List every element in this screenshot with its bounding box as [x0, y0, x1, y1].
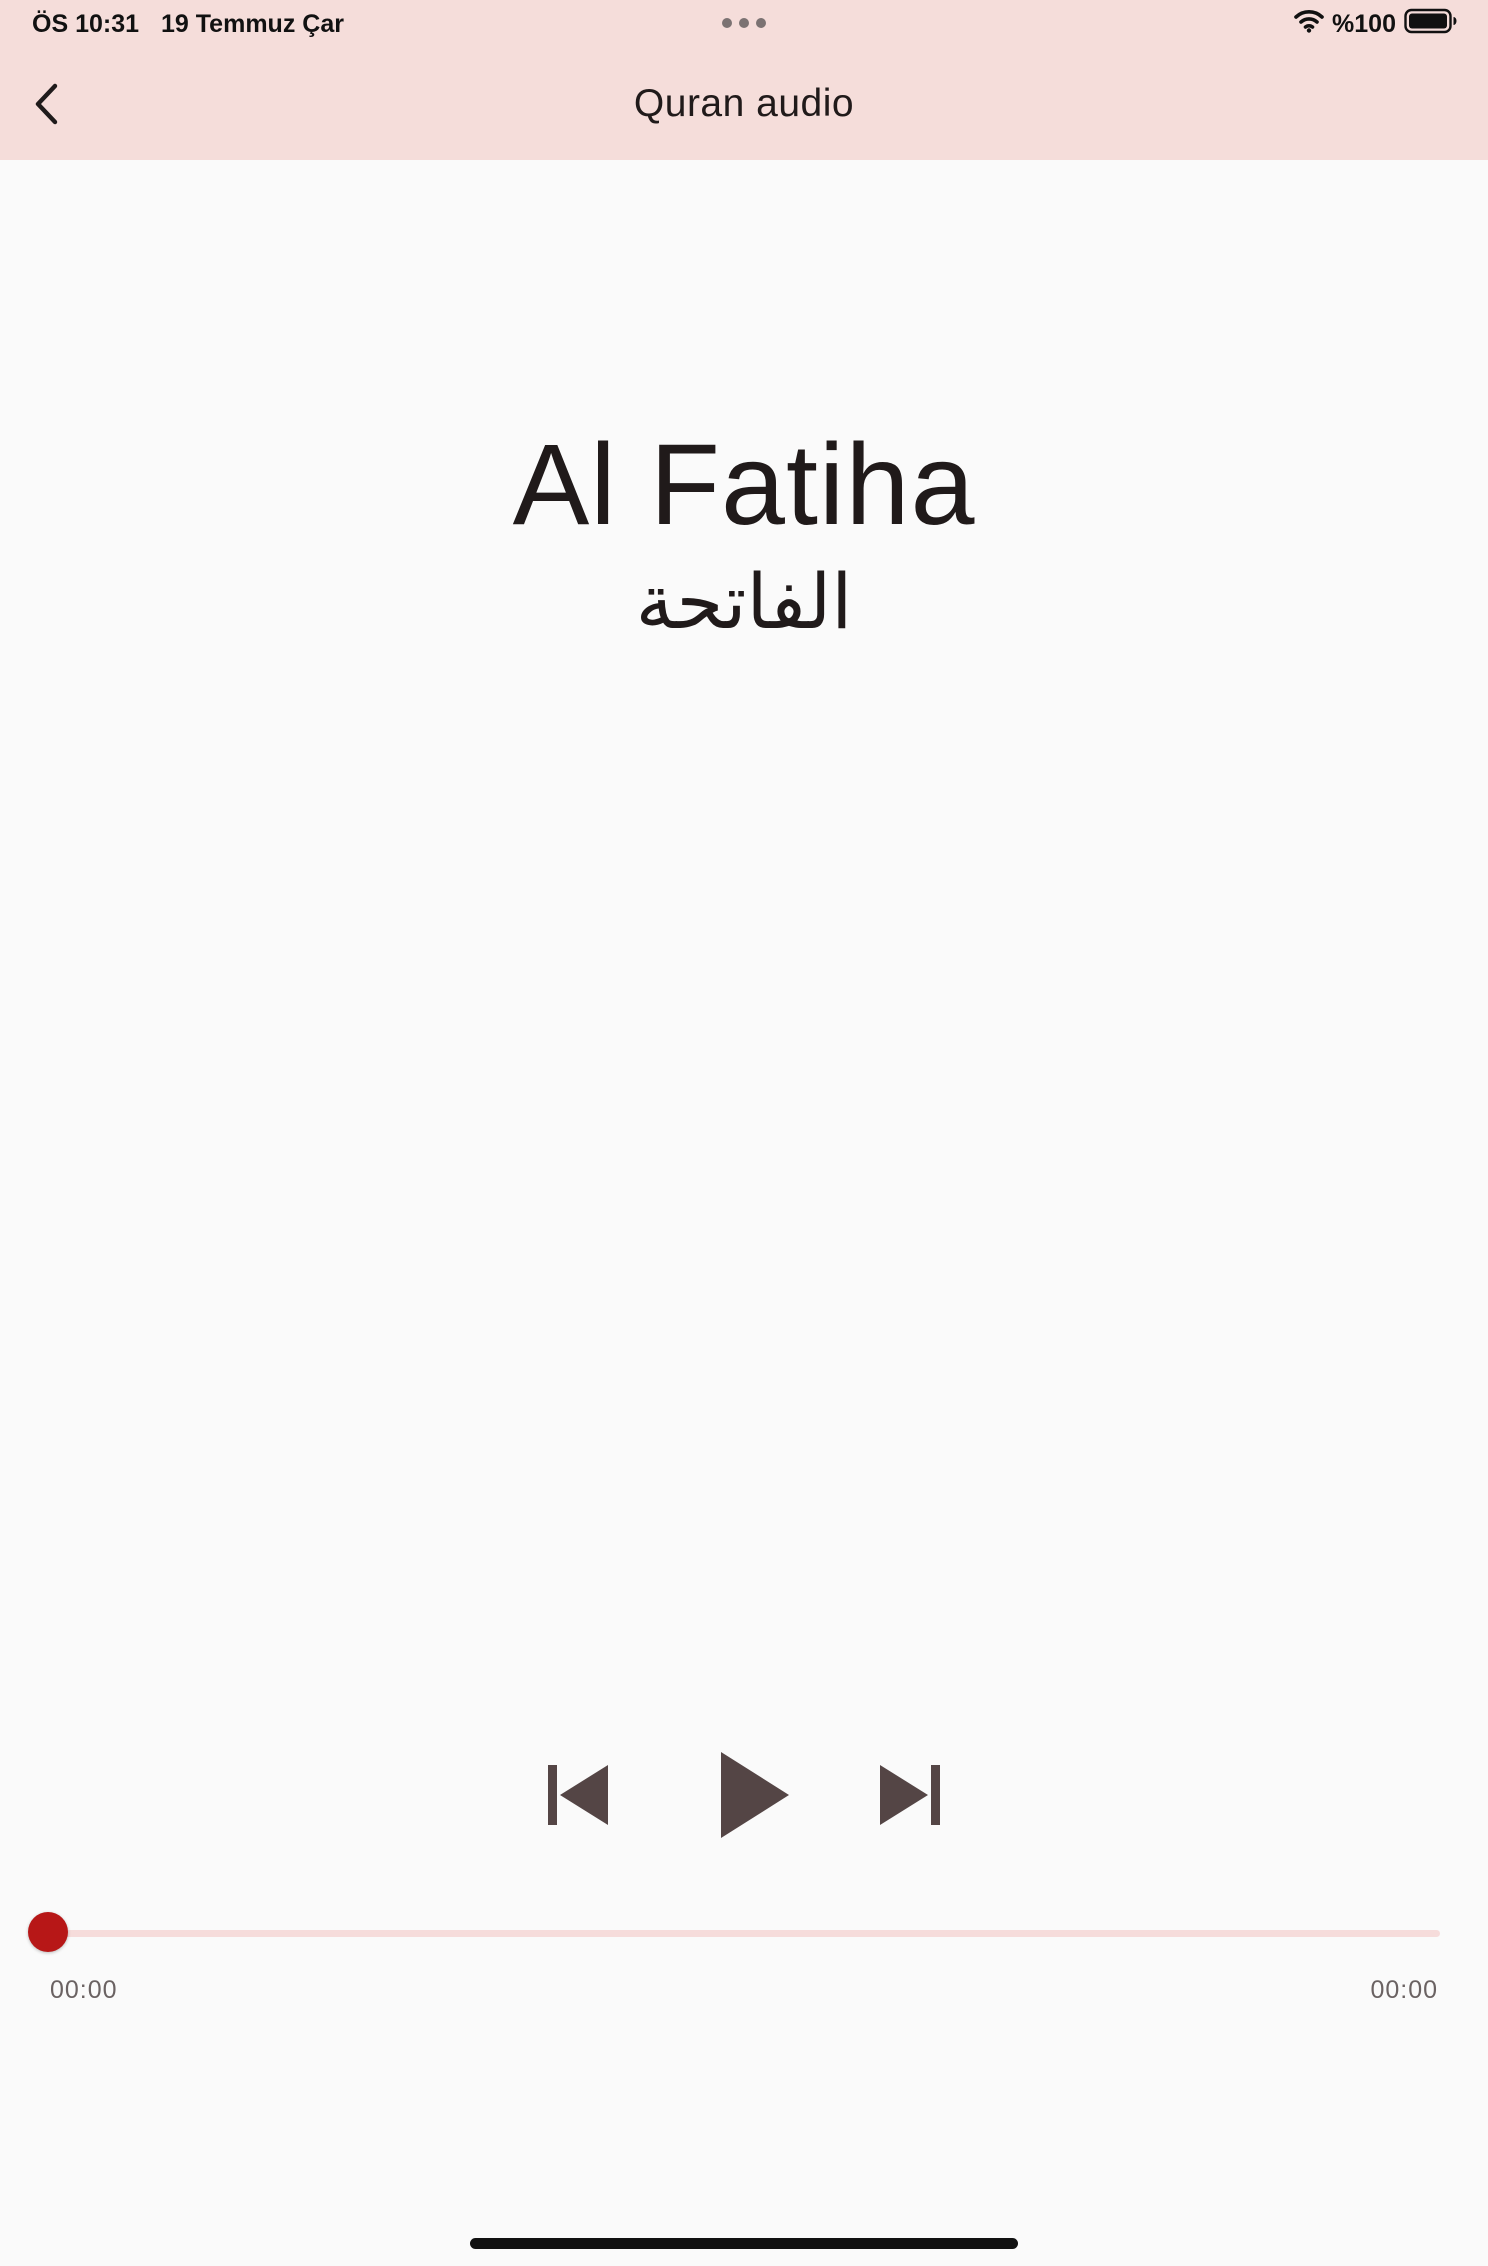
- multitasking-dots-icon[interactable]: [722, 18, 766, 29]
- app-bar: ÖS 10:31 19 Temmuz Çar %100 Quran audio: [0, 0, 1488, 160]
- slider-track: [48, 1930, 1440, 1937]
- wifi-icon: [1294, 9, 1324, 40]
- status-time: ÖS 10:31: [32, 9, 140, 38]
- slider-thumb[interactable]: [28, 1912, 68, 1952]
- home-indicator[interactable]: [470, 2238, 1018, 2249]
- play-button[interactable]: [700, 1740, 810, 1850]
- track-arabic-title: الفاتحة: [635, 557, 853, 646]
- previous-track-button[interactable]: [530, 1740, 626, 1850]
- track-title: Al Fatiha: [512, 421, 976, 549]
- battery-icon: [1404, 8, 1458, 41]
- playback-controls: [0, 1740, 1488, 1850]
- status-date: 19 Temmuz Çar: [161, 9, 344, 38]
- page-title: Quran audio: [633, 82, 855, 125]
- play-icon: [721, 1752, 789, 1838]
- total-duration: 00:00: [1370, 1976, 1438, 2004]
- skip-previous-icon: [548, 1765, 608, 1825]
- next-track-button[interactable]: [862, 1740, 958, 1850]
- progress-slider[interactable]: [28, 1910, 1440, 1956]
- battery-percentage: %100: [1332, 9, 1396, 38]
- status-bar-left: ÖS 10:31 19 Temmuz Çar: [32, 8, 344, 40]
- skip-next-icon: [880, 1765, 940, 1825]
- elapsed-time: 00:00: [50, 1976, 118, 2004]
- status-bar-right: %100: [1294, 8, 1458, 40]
